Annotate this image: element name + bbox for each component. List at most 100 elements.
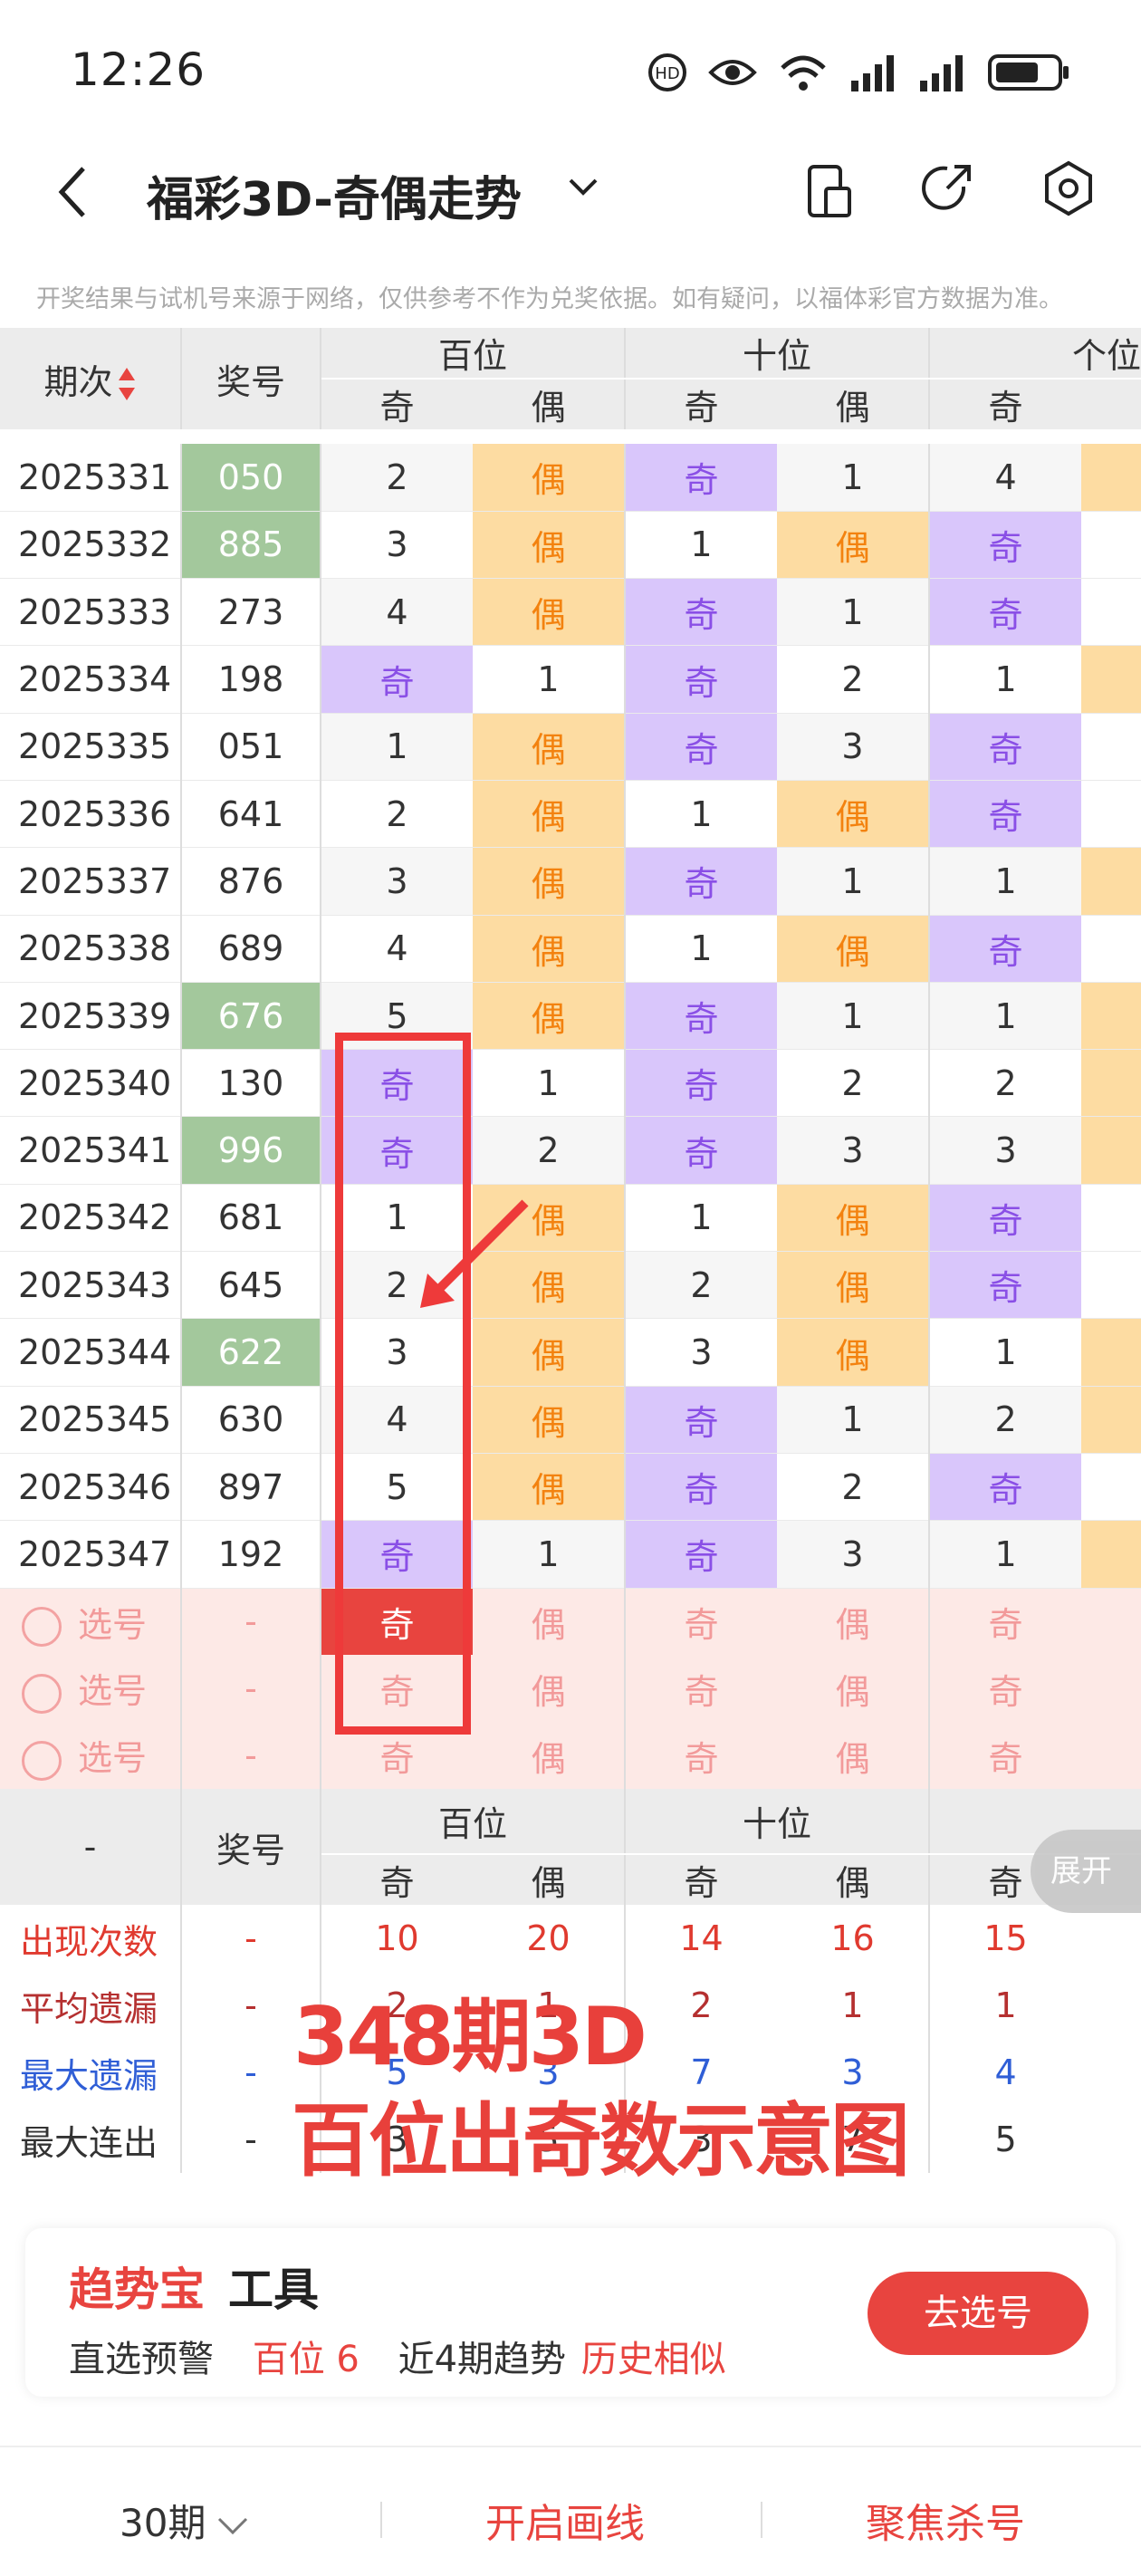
eye-icon (708, 60, 757, 85)
parity-cell: 奇 (625, 444, 778, 512)
parity-cell: 1 (777, 847, 931, 916)
parity-cell: 1 (625, 511, 778, 580)
select-option[interactable]: 偶 (473, 1588, 627, 1656)
parity-cell: 4 (321, 578, 473, 647)
column-period[interactable]: 期次 (0, 328, 182, 429)
number-cell: 885 (181, 511, 321, 580)
parity-cell: 奇 (929, 780, 1082, 849)
stats-label: 最大遗漏 (0, 2039, 182, 2107)
number-cell: 676 (181, 982, 321, 1051)
sort-icon[interactable] (117, 366, 137, 402)
back-icon[interactable] (54, 163, 91, 221)
parity-cell: 2 (321, 780, 473, 849)
stats-group-tens: 十位 (625, 1789, 931, 1856)
parity-cell: 偶 (473, 713, 627, 781)
stats-label: 平均遗漏 (0, 1972, 182, 2040)
tool-item-2[interactable]: 百位 6 (253, 2339, 360, 2380)
parity-cell: 1 (929, 982, 1082, 1051)
period-cell: 2025346 (0, 1453, 182, 1522)
parity-cell: 奇 (625, 1453, 778, 1522)
tool-item-3: 近4期趋势 (398, 2339, 567, 2380)
parity-cell (1081, 1049, 1141, 1118)
selection-row[interactable]: 选号 - 奇偶奇偶奇 (0, 1722, 1141, 1790)
signal-icon-1 (851, 55, 894, 91)
parity-cell: 1 (929, 1318, 1082, 1387)
parity-cell (1081, 1318, 1141, 1387)
select-option[interactable]: 偶 (473, 1655, 627, 1723)
parity-cell: 2 (929, 1386, 1082, 1454)
table-row: 2025336 641 2 偶 1 偶奇 (0, 780, 1141, 849)
select-option[interactable]: 偶 (473, 1722, 627, 1790)
table-row: 2025334 198 奇 1 奇 2 1 (0, 645, 1141, 714)
annotation-box (335, 1033, 471, 1735)
parity-cell: 奇 (625, 1116, 778, 1185)
select-option[interactable]: 奇 (625, 1722, 778, 1790)
period-cell: 2025337 (0, 847, 182, 916)
select-option[interactable]: 偶 (777, 1655, 931, 1723)
chevron-down-icon[interactable] (567, 177, 599, 198)
period-cell: 2025331 (0, 444, 182, 512)
select-option[interactable]: 奇 (929, 1722, 1082, 1790)
parity-cell: 偶 (473, 982, 627, 1051)
select-number: - (181, 1722, 321, 1790)
parity-cell (1081, 1386, 1141, 1454)
selection-row[interactable]: 选号 - 奇偶奇偶奇 (0, 1588, 1141, 1656)
stats-sub-even: 偶 (473, 1854, 627, 1906)
parity-cell: 2 (777, 645, 931, 714)
stats-value: 1 (929, 1972, 1082, 2040)
radio-circle-icon[interactable] (22, 1740, 62, 1781)
table-row: 2025335 051 1 偶奇 3 奇 (0, 713, 1141, 781)
number-cell: 681 (181, 1184, 321, 1253)
parity-cell: 偶 (473, 915, 627, 983)
select-option[interactable]: 奇 (929, 1655, 1082, 1723)
parity-cell (1081, 780, 1141, 849)
select-option[interactable]: 奇 (929, 1588, 1082, 1656)
parity-cell: 2 (777, 1049, 931, 1118)
settings-icon[interactable] (1041, 160, 1096, 216)
page-title[interactable]: 福彩3D-奇偶走势 (147, 161, 522, 229)
radio-circle-icon[interactable] (22, 1673, 62, 1714)
draw-line-button[interactable]: 开启画线 (485, 2491, 645, 2549)
select-number: - (181, 1655, 321, 1723)
select-option[interactable]: 奇 (625, 1655, 778, 1723)
status-time: 12:26 (71, 43, 206, 96)
number-cell: 897 (181, 1453, 321, 1522)
period-cell: 2025334 (0, 645, 182, 714)
selection-row[interactable]: 选号 - 奇偶奇偶奇 (0, 1655, 1141, 1723)
select-label: 选号 (78, 1738, 148, 1779)
select-option[interactable]: 偶 (777, 1588, 931, 1656)
parity-cell: 1 (625, 780, 778, 849)
table-row: 2025338 689 4 偶 1 偶奇 (0, 915, 1141, 983)
parity-cell (1081, 982, 1141, 1051)
parity-cell: 偶 (777, 1184, 931, 1253)
expand-button[interactable]: 展开 (1031, 1830, 1141, 1913)
tool-item-4[interactable]: 历史相似 (581, 2339, 726, 2380)
parity-cell (1081, 444, 1141, 512)
go-select-button[interactable]: 去选号 (868, 2272, 1088, 2355)
table-row: 2025342 681 1 偶 1 偶奇 (0, 1184, 1141, 1253)
parity-cell: 奇 (929, 511, 1082, 580)
share-icon[interactable] (920, 161, 974, 216)
parity-cell: 2 (777, 1453, 931, 1522)
table-row: 2025344 622 3 偶 3 偶 1 (0, 1318, 1141, 1387)
parity-cell: 偶 (777, 1251, 931, 1320)
parity-cell: 3 (777, 1116, 931, 1185)
period-count-selector[interactable]: 30期 (120, 2493, 249, 2548)
select-option[interactable]: 奇 (625, 1588, 778, 1656)
radio-circle-icon[interactable] (22, 1607, 62, 1648)
focus-kill-button[interactable]: 聚焦杀号 (866, 2491, 1025, 2549)
period-cell: 2025342 (0, 1184, 182, 1253)
parity-cell: 偶 (473, 444, 627, 512)
hd-call-icon: HD (648, 53, 686, 91)
parity-cell (1081, 1520, 1141, 1589)
device-icon[interactable] (804, 161, 855, 221)
select-toggle[interactable]: 选号 (0, 1655, 182, 1723)
select-toggle[interactable]: 选号 (0, 1588, 182, 1656)
period-cell: 2025332 (0, 511, 182, 580)
select-option[interactable]: 偶 (777, 1722, 931, 1790)
parity-cell: 2 (929, 1049, 1082, 1118)
select-toggle[interactable]: 选号 (0, 1722, 182, 1790)
table-row: 2025340 130 奇 1 奇 2 2 (0, 1049, 1141, 1118)
number-cell: 645 (181, 1251, 321, 1320)
parity-cell: 1 (473, 645, 627, 714)
